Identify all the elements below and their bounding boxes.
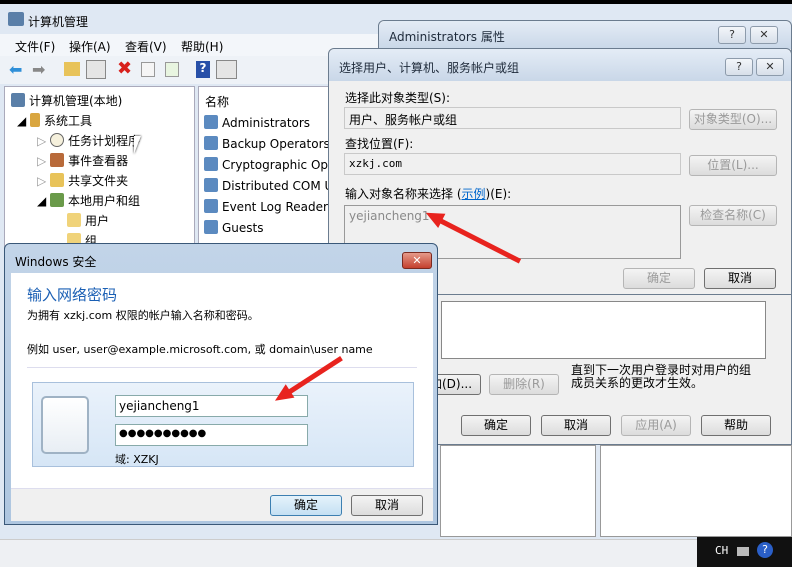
- tree-item-system-tools[interactable]: ◢ 系统工具: [17, 112, 92, 129]
- group-list: 名称 Administrators Backup Operators Crypt…: [198, 86, 338, 256]
- tree-item-users[interactable]: 用户: [67, 212, 109, 229]
- menu-view[interactable]: 查看(V): [125, 38, 167, 55]
- app-icon: [8, 12, 24, 26]
- list-item[interactable]: Cryptographic Op: [204, 157, 328, 172]
- keyboard-icon[interactable]: [737, 547, 749, 556]
- object-name-label: 输入对象名称来选择 (示例)(E):: [345, 187, 512, 201]
- list-item[interactable]: Backup Operators: [204, 136, 330, 151]
- action-pane-icon[interactable]: [216, 60, 237, 79]
- menu-action[interactable]: 操作(A): [69, 38, 111, 55]
- delete-icon[interactable]: ✖: [117, 58, 132, 79]
- back-icon[interactable]: ⬅: [9, 60, 22, 79]
- forward-icon[interactable]: ➡: [32, 60, 45, 79]
- menu-file[interactable]: 文件(F): [15, 38, 55, 55]
- cancel-button[interactable]: 取消: [351, 495, 423, 516]
- help-icon[interactable]: ?: [757, 542, 773, 558]
- members-list[interactable]: [441, 301, 766, 359]
- dialog-body: 输入网络密码 为拥有 xzkj.com 权限的帐户输入名称和密码。 例如 use…: [11, 273, 433, 521]
- properties-icon[interactable]: [141, 62, 155, 77]
- divider: [27, 367, 417, 368]
- help-button[interactable]: ?: [725, 58, 753, 76]
- language-indicator[interactable]: CH: [715, 544, 728, 557]
- list-item[interactable]: Guests: [204, 220, 264, 235]
- up-folder-icon[interactable]: [64, 62, 80, 76]
- close-button[interactable]: ✕: [750, 26, 778, 44]
- show-tree-icon[interactable]: [86, 60, 106, 79]
- cancel-button[interactable]: 取消: [541, 415, 611, 436]
- apply-button[interactable]: 应用(A): [621, 415, 691, 436]
- dialog-title: 选择用户、计算机、服务帐户或组: [329, 49, 791, 81]
- column-header-name[interactable]: 名称: [205, 93, 229, 110]
- membership-note: 直到下一次用户登录时对用户的组成员关系的更改才生效。: [571, 363, 752, 390]
- tree-item-local-users-groups[interactable]: ◢ 本地用户和组: [37, 192, 140, 209]
- help-button[interactable]: ?: [718, 26, 746, 44]
- help-icon[interactable]: ?: [196, 61, 210, 78]
- menu-help[interactable]: 帮助(H): [181, 38, 223, 55]
- bottom-pane-right: [600, 445, 792, 537]
- ok-button[interactable]: 确定: [623, 268, 695, 289]
- object-type-field: 用户、服务帐户或组: [344, 107, 681, 129]
- tree-item-shared-folders[interactable]: ▷ 共享文件夹: [37, 172, 128, 189]
- windows-security-dialog: Windows 安全 ✕ 输入网络密码 为拥有 xzkj.com 权限的帐户输入…: [4, 243, 438, 525]
- password-input[interactable]: ●●●●●●●●●●: [115, 424, 308, 446]
- remove-button[interactable]: 删除(R): [489, 374, 559, 395]
- language-bar: CH ?: [697, 537, 792, 567]
- heading: 输入网络密码: [27, 286, 118, 304]
- check-names-button[interactable]: 检查名称(C): [689, 205, 777, 226]
- object-type-label: 选择此对象类型(S):: [345, 91, 451, 105]
- status-bar: [0, 539, 792, 567]
- list-item[interactable]: Event Log Reader: [204, 199, 328, 214]
- domain-label: 域: XZKJ: [115, 453, 159, 466]
- help-text-button[interactable]: 帮助: [701, 415, 771, 436]
- export-icon[interactable]: [165, 62, 179, 77]
- list-item[interactable]: Distributed COM U: [204, 178, 333, 193]
- tree-item-root[interactable]: 计算机管理(本地): [11, 92, 122, 109]
- mouse-cursor-icon: [134, 136, 141, 154]
- ok-button[interactable]: 确定: [270, 495, 342, 516]
- tree-item-task-scheduler[interactable]: ▷ 任务计划程序: [37, 132, 140, 149]
- examples-link[interactable]: 示例: [462, 187, 486, 201]
- locations-button[interactable]: 位置(L)...: [689, 155, 777, 176]
- description: 为拥有 xzkj.com 权限的帐户输入名称和密码。: [27, 309, 259, 322]
- user-avatar: [41, 396, 89, 454]
- navigation-tree: 计算机管理(本地) ◢ 系统工具 ▷ 任务计划程序 ▷ 事件查看器 ▷ 共享文件…: [4, 86, 195, 256]
- ok-button[interactable]: 确定: [461, 415, 531, 436]
- close-button[interactable]: ✕: [402, 252, 432, 269]
- tree-item-event-viewer[interactable]: ▷ 事件查看器: [37, 152, 128, 169]
- close-button[interactable]: ✕: [756, 58, 784, 76]
- cancel-button[interactable]: 取消: [704, 268, 776, 289]
- bottom-pane-left: [440, 445, 596, 537]
- location-label: 查找位置(F):: [345, 137, 414, 151]
- window-title: 计算机管理: [28, 15, 89, 29]
- location-field: xzkj.com: [344, 153, 681, 175]
- object-types-button[interactable]: 对象类型(O)...: [689, 109, 777, 130]
- dialog-title: Windows 安全: [15, 255, 97, 269]
- credential-tile: yejiancheng1 ●●●●●●●●●● 域: XZKJ: [32, 382, 414, 467]
- list-item[interactable]: Administrators: [204, 115, 310, 130]
- example-text: 例如 user, user@example.microsoft.com, 或 d…: [27, 343, 373, 356]
